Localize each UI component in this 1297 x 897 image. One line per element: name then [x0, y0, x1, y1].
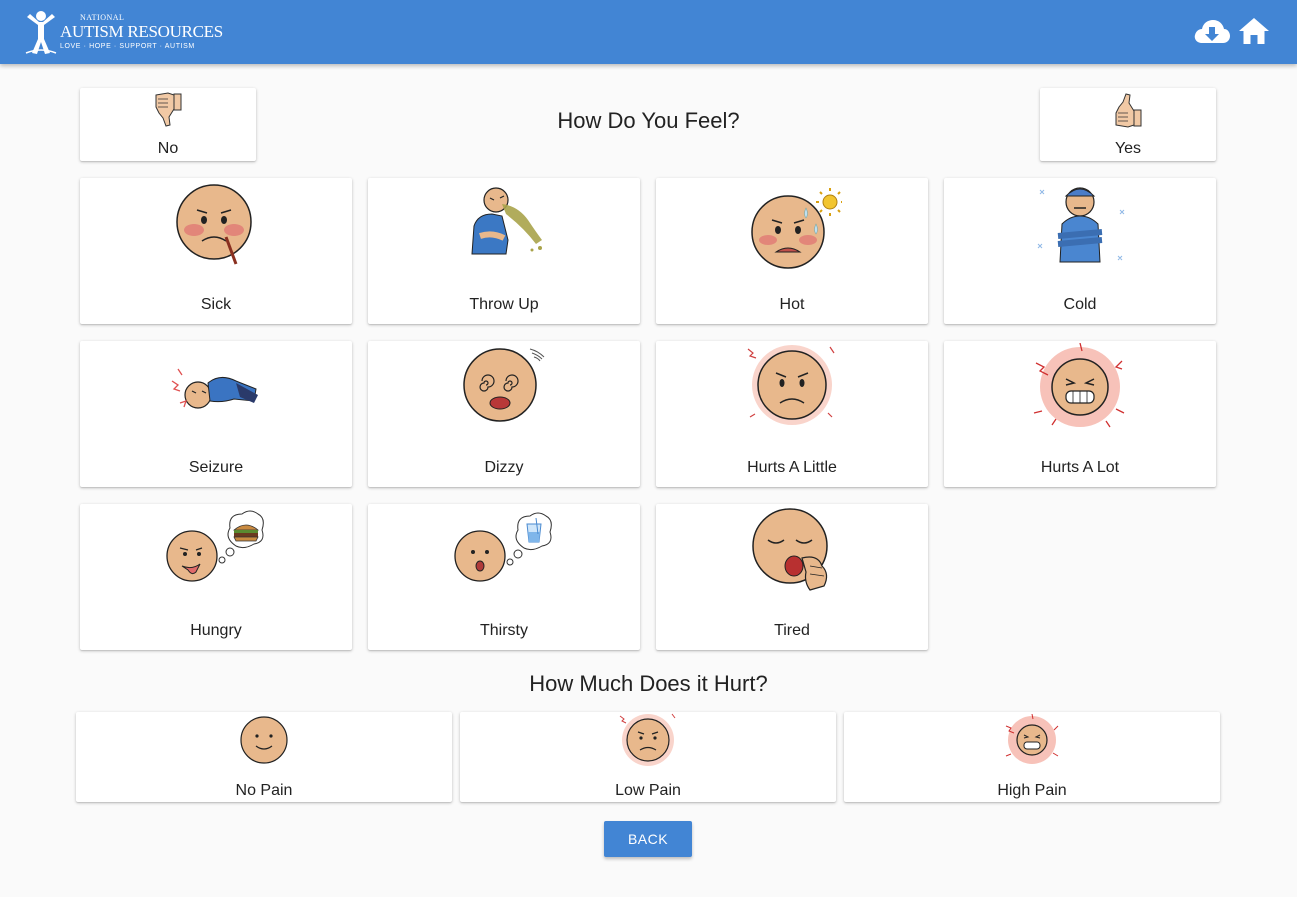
- feeling-label: Dizzy: [484, 459, 524, 476]
- feeling-card-hurts-lot[interactable]: Hurts A Lot: [944, 341, 1216, 487]
- feeling-card-tired[interactable]: Tired: [656, 504, 928, 650]
- home-icon[interactable]: [1238, 16, 1270, 46]
- pain-label: No Pain: [235, 782, 293, 799]
- sick-face-icon: [176, 184, 252, 265]
- throw-up-icon: [471, 187, 542, 255]
- cloud-download-icon[interactable]: [1193, 16, 1231, 48]
- feeling-card-hot[interactable]: Hot: [656, 178, 928, 324]
- app-bar: NATIONAL AUTISM RESOURCES LOVE · HOPE · …: [0, 0, 1297, 64]
- hurts-lot-icon: [1033, 343, 1125, 428]
- yes-label: Yes: [1114, 140, 1142, 157]
- feeling-card-seizure[interactable]: Seizure: [80, 341, 352, 487]
- hungry-icon: [166, 510, 264, 582]
- yes-card[interactable]: Yes: [1040, 88, 1216, 161]
- feeling-label: Sick: [200, 296, 232, 313]
- feeling-card-thirsty[interactable]: Thirsty: [368, 504, 640, 650]
- pain-card-low-pain[interactable]: Low Pain: [460, 712, 836, 802]
- dizzy-face-icon: [463, 348, 545, 422]
- thirsty-icon: [454, 512, 552, 582]
- logo-small-text: NATIONAL: [80, 13, 125, 22]
- pain-label: High Pain: [997, 782, 1067, 799]
- feeling-card-dizzy[interactable]: Dizzy: [368, 341, 640, 487]
- feeling-label: Hurts A Little: [747, 459, 837, 476]
- no-pain-icon: [240, 716, 288, 764]
- feeling-label: Hungry: [190, 622, 242, 639]
- hurts-little-icon: [747, 345, 835, 425]
- pain-card-no-pain[interactable]: No Pain: [76, 712, 452, 802]
- feeling-card-cold[interactable]: Cold: [944, 178, 1216, 324]
- logo[interactable]: NATIONAL AUTISM RESOURCES LOVE · HOPE · …: [24, 8, 223, 56]
- feeling-card-hungry[interactable]: Hungry: [80, 504, 352, 650]
- feeling-label: Throw Up: [469, 296, 539, 313]
- feeling-card-throw-up[interactable]: Throw Up: [368, 178, 640, 324]
- tired-icon: [752, 508, 828, 591]
- feeling-label: Tired: [774, 622, 810, 639]
- seizure-icon: [171, 368, 258, 409]
- thumbs-down-icon: [155, 92, 182, 127]
- back-button[interactable]: BACK: [604, 821, 692, 857]
- feeling-label: Thirsty: [480, 622, 528, 639]
- thumbs-up-icon: [1115, 93, 1142, 128]
- feeling-card-hurts-little[interactable]: Hurts A Little: [656, 341, 928, 487]
- feeling-label: Seizure: [188, 459, 244, 476]
- pain-label: Low Pain: [615, 782, 681, 799]
- high-pain-icon: [1005, 714, 1059, 764]
- feeling-label: Hot: [779, 296, 805, 313]
- feeling-label: Hurts A Lot: [1040, 459, 1120, 476]
- feeling-label: Cold: [1063, 296, 1097, 313]
- hot-face-icon: [751, 188, 842, 269]
- logo-tagline: LOVE · HOPE · SUPPORT · AUTISM: [60, 43, 195, 50]
- no-card[interactable]: No: [80, 88, 256, 161]
- no-label: No: [157, 140, 179, 157]
- low-pain-icon: [619, 713, 676, 766]
- pain-card-high-pain[interactable]: High Pain: [844, 712, 1220, 802]
- cold-person-icon: [1037, 187, 1125, 263]
- feeling-card-sick[interactable]: Sick: [80, 178, 352, 324]
- logo-figure-icon: [25, 11, 57, 54]
- pain-heading: How Much Does it Hurt?: [529, 671, 768, 696]
- logo-name: AUTISM RESOURCES: [60, 22, 223, 41]
